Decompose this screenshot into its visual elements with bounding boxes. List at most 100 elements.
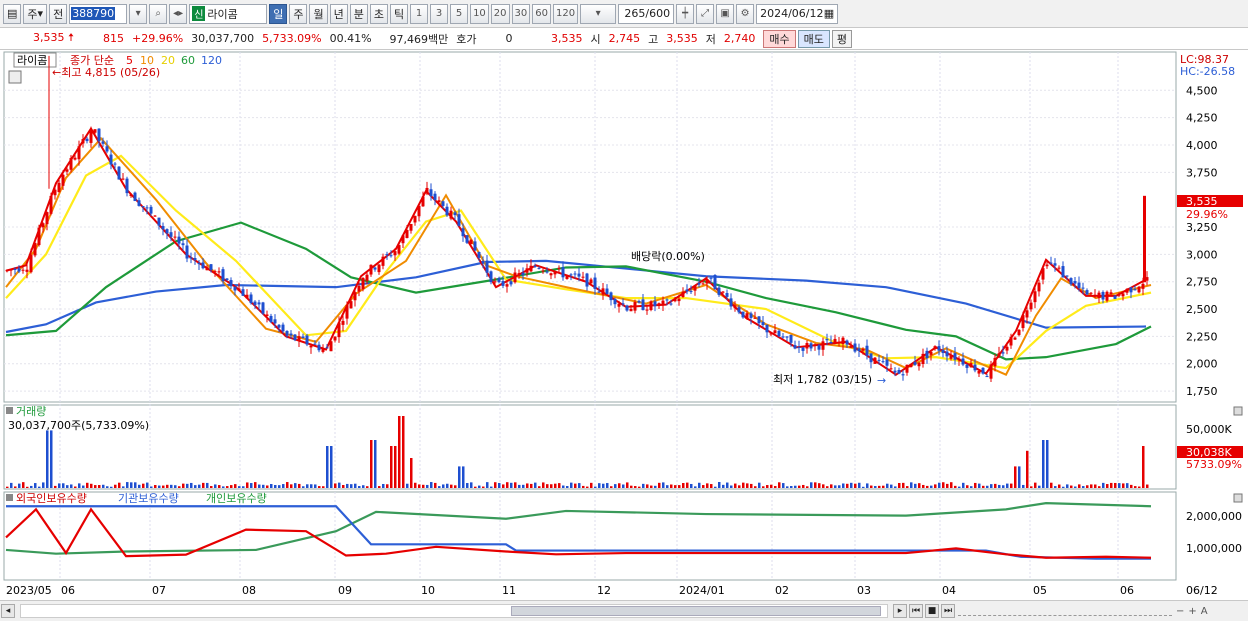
settings-gear-icon[interactable]: ⚙ xyxy=(736,3,755,24)
period-week-tab[interactable]: 주 xyxy=(289,3,308,24)
candle-body-892 xyxy=(897,369,901,374)
volume-bar-556 xyxy=(562,485,565,488)
volume-bar-468 xyxy=(474,486,477,488)
candle-body-112 xyxy=(117,166,121,180)
candle-body-460 xyxy=(465,235,469,243)
dividend-note: 배당락(0.00%) xyxy=(631,250,705,263)
candle-body-364 xyxy=(369,264,373,275)
scroll-thumb[interactable] xyxy=(511,606,881,616)
volume-bar-868 xyxy=(874,486,877,488)
scroll-left-icon[interactable]: ◂ xyxy=(1,604,15,618)
interval-1-button[interactable]: 1 xyxy=(410,3,429,24)
candle-body-108 xyxy=(113,163,117,165)
stock-code-input[interactable]: 388790 xyxy=(69,3,128,24)
candle-body-596 xyxy=(601,288,605,295)
volume-bar-588 xyxy=(594,486,597,488)
candle-body-640 xyxy=(645,309,649,311)
period-year-tab[interactable]: 년 xyxy=(329,3,348,24)
volume-bar-932 xyxy=(938,482,941,488)
buy-button[interactable]: 매수 xyxy=(763,29,796,48)
panel-table-icon[interactable] xyxy=(8,70,22,84)
candle-body-1028 xyxy=(1033,291,1037,303)
average-button[interactable]: 평 xyxy=(831,29,853,48)
volume-close-icon[interactable] xyxy=(1233,406,1243,416)
mode-button[interactable]: 전 xyxy=(49,3,68,24)
scroll-last-icon[interactable]: ⏭ xyxy=(941,604,955,618)
candle-body-456 xyxy=(461,228,465,237)
save-icon[interactable]: ▣ xyxy=(716,3,735,24)
volume-bar-392 xyxy=(398,416,401,488)
candle-body-932 xyxy=(937,346,941,351)
volume-bar-968 xyxy=(974,482,977,488)
interval-60-button[interactable]: 60 xyxy=(532,3,551,24)
candle-body-100 xyxy=(105,146,109,152)
candle-type-icon[interactable]: ┿ xyxy=(676,3,695,24)
stock-name-field[interactable]: 신 라이콤 xyxy=(189,3,268,24)
interval-dropdown[interactable]: ▾ xyxy=(580,3,617,24)
volume-bar-732 xyxy=(738,485,741,488)
period-minute-tab[interactable]: 분 xyxy=(349,3,368,24)
candle-body-272 xyxy=(277,324,281,328)
volume-bar-1140 xyxy=(1146,484,1149,488)
window-menu-button[interactable]: ▤ xyxy=(3,3,22,24)
interval-120-button[interactable]: 120 xyxy=(553,3,579,24)
candle-body-856 xyxy=(861,348,865,351)
holdings-close-icon[interactable] xyxy=(1233,493,1243,503)
candle-body-344 xyxy=(349,301,353,309)
candle-body-192 xyxy=(197,263,201,265)
candle-body-676 xyxy=(681,291,685,297)
scroll-first-icon[interactable]: ⏮ xyxy=(909,604,923,618)
volume-bar-340 xyxy=(346,483,349,488)
open-label: 시 xyxy=(590,32,601,46)
scroll-right-icon[interactable]: ▸ xyxy=(893,604,907,618)
sell-button[interactable]: 매도 xyxy=(797,29,830,48)
interval-3-button[interactable]: 3 xyxy=(430,3,449,24)
period-month-tab[interactable]: 월 xyxy=(309,3,328,24)
interval-20-button[interactable]: 20 xyxy=(490,3,510,24)
period-second-tab[interactable]: 초 xyxy=(369,3,388,24)
volume-bar-196 xyxy=(202,482,205,488)
candle-body-16 xyxy=(21,269,25,271)
volume-bar-432 xyxy=(438,486,441,488)
code-dropdown-icon[interactable]: ▾ xyxy=(129,3,148,24)
market-select[interactable]: 주 ▾ xyxy=(23,3,48,24)
date-axis-tick-10: 03 xyxy=(857,584,871,597)
candle-count-max: /600 xyxy=(645,7,671,20)
volume-bar-472 xyxy=(478,485,481,488)
calendar-icon[interactable]: ▦ xyxy=(824,7,834,20)
period-tick-tab[interactable]: 틱 xyxy=(389,3,409,24)
volume-bar-192 xyxy=(198,484,201,488)
search-icon[interactable]: ⌕ xyxy=(149,3,168,24)
volume-bar-548 xyxy=(554,483,557,488)
candle-body-68 xyxy=(73,157,77,160)
zoom-out-icon[interactable]: − xyxy=(1176,606,1184,617)
volume-bar-896 xyxy=(902,482,905,488)
period-day-tab[interactable]: 일 xyxy=(269,3,288,24)
interval-10-button[interactable]: 10 xyxy=(470,3,489,24)
volume-bar-60 xyxy=(66,485,69,488)
date-field[interactable]: 2024/06/12 ▦ xyxy=(756,3,839,24)
volume-bar-820 xyxy=(826,486,829,488)
candle-body-324 xyxy=(329,341,333,352)
scroll-stop-icon[interactable]: ■ xyxy=(925,604,939,618)
candle-body-900 xyxy=(905,364,909,373)
volume-bar-1120 xyxy=(1126,483,1129,488)
candle-body-40 xyxy=(45,212,49,225)
interval-30-button[interactable]: 30 xyxy=(511,3,531,24)
candle-body-208 xyxy=(213,271,217,273)
volume-bar-516 xyxy=(522,484,525,488)
interval-5-button[interactable]: 5 xyxy=(450,3,469,24)
volume-bar-736 xyxy=(742,482,745,488)
chart-scrollbar[interactable]: ◂ ▸ ⏮ ■ ⏭ − + A xyxy=(0,600,1248,621)
draw-tool-icon[interactable]: ⤢ xyxy=(696,3,715,24)
sound-icon[interactable]: ◂▸ xyxy=(169,3,188,24)
volume-bar-316 xyxy=(322,486,325,488)
stock-chart-area[interactable]: 라이콤 종가 단순 5 10 20 60 120 ←최고 4,815 (05/2… xyxy=(0,50,1248,600)
zoom-slider[interactable] xyxy=(958,607,1172,616)
candle-count-field[interactable]: 265/600 xyxy=(618,3,675,24)
zoom-in-icon[interactable]: + xyxy=(1188,606,1196,617)
volume-bar-56 xyxy=(62,483,65,488)
auto-scale-icon[interactable]: A xyxy=(1201,606,1208,617)
candle-body-484 xyxy=(489,271,493,283)
scroll-track[interactable] xyxy=(20,604,888,618)
